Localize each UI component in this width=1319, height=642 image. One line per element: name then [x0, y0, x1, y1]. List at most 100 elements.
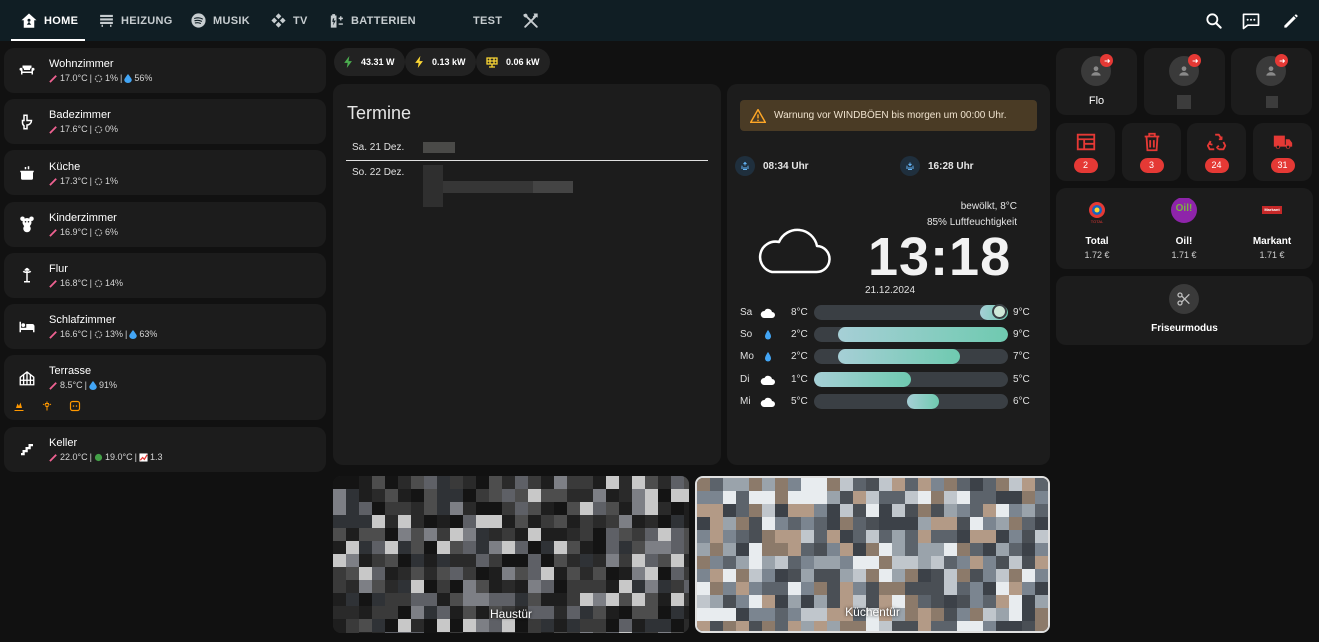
- camera-pixel: [866, 621, 879, 631]
- tab-label: TEST: [473, 14, 503, 27]
- trash-card-bio[interactable]: 3: [1122, 123, 1181, 181]
- outdoor-lamp-icon[interactable]: [41, 400, 53, 412]
- camera-pixel: [619, 502, 632, 515]
- edit-icon[interactable]: [1281, 11, 1301, 31]
- camera-pixel: [866, 478, 879, 491]
- camera-pixel: [1009, 543, 1022, 556]
- redacted-event: [533, 181, 573, 193]
- room-card-kueche[interactable]: Küche 17.3°C | 1%: [4, 150, 326, 195]
- room-card-schlafzimmer[interactable]: Schlafzimmer 16.6°C | 13% | 63%: [4, 304, 326, 349]
- camera-pixel: [450, 580, 463, 593]
- room-card-wohnzimmer[interactable]: Wohnzimmer 17.0°C | 1% | 56%: [4, 48, 326, 93]
- room-stats: 17.6°C | 0%: [49, 124, 118, 134]
- room-card-flur[interactable]: Flur 16.8°C | 14%: [4, 253, 326, 298]
- person-card-3[interactable]: [1231, 48, 1312, 115]
- camera-pixel: [684, 515, 689, 528]
- camera-pixel: [619, 489, 632, 502]
- camera-pixel: [918, 517, 931, 530]
- camera-pixel: [918, 582, 931, 595]
- cloud-icon: [760, 397, 775, 407]
- power-chip-2[interactable]: 0.13 kW: [405, 48, 476, 76]
- room-card-badezimmer[interactable]: Badezimmer 17.6°C | 0%: [4, 99, 326, 144]
- camera-pixel: [710, 569, 723, 582]
- camera-pixel: [567, 528, 580, 541]
- camera-pixel: [827, 517, 840, 530]
- fuel-station-total[interactable]: TOTAL Total 1.72 €: [1057, 198, 1137, 260]
- room-stats: 22.0°C | 19.0°C | 1.3: [49, 452, 162, 462]
- camera-pixel: [1022, 517, 1035, 530]
- camera-pixel: [918, 478, 931, 491]
- tab-tv[interactable]: TV: [270, 0, 308, 41]
- fuel-station-markant[interactable]: Markant Markant 1.71 €: [1232, 198, 1312, 260]
- camera-pixel: [671, 502, 684, 515]
- room-card-keller[interactable]: Keller 22.0°C | 19.0°C | 1.3: [4, 427, 326, 472]
- camera-pixel: [1009, 491, 1022, 504]
- camera-pixel: [944, 504, 957, 517]
- room-card-terrasse[interactable]: Terrasse 8.5°C | 91%: [4, 355, 326, 420]
- tab-test[interactable]: TEST: [473, 0, 502, 41]
- trash-card-recycling[interactable]: 24: [1187, 123, 1246, 181]
- camera-pixel: [723, 530, 736, 543]
- person-card-1[interactable]: Flo: [1056, 48, 1137, 115]
- camera-pixel: [697, 504, 710, 517]
- redacted-name: [1266, 96, 1278, 108]
- power-chip-1[interactable]: 43.31 W: [334, 48, 405, 76]
- forecast-row: So 2°C 9°C: [740, 327, 1040, 343]
- power-chip-3[interactable]: 0.06 kW: [476, 48, 550, 76]
- room-temp: 22.0°C: [60, 452, 88, 462]
- room-card-kinderzimmer[interactable]: Kinderzimmer 16.9°C | 6%: [4, 202, 326, 247]
- tools-icon[interactable]: [521, 11, 541, 31]
- camera-pixel: [528, 580, 541, 593]
- patio-heater-icon[interactable]: [13, 400, 25, 412]
- camera-pixel: [580, 567, 593, 580]
- camera-pixel: [697, 582, 710, 595]
- assist-icon[interactable]: [1241, 11, 1261, 31]
- water-drop-icon: [89, 380, 97, 390]
- power-socket-icon[interactable]: [69, 400, 81, 412]
- station-name: Total: [1085, 236, 1109, 247]
- camera-pixel: [710, 504, 723, 517]
- camera-pixel: [450, 632, 463, 633]
- camera-pixel: [840, 543, 853, 556]
- camera-pixel: [411, 580, 424, 593]
- camera-pixel: [814, 491, 827, 504]
- tab-home[interactable]: HOME: [20, 0, 78, 41]
- camera-pixel: [879, 621, 892, 631]
- room-humidity: 91%: [98, 380, 117, 390]
- trash-card-sperrmuell[interactable]: 31: [1253, 123, 1312, 181]
- camera-pixel: [684, 632, 689, 633]
- room-stats: 16.6°C | 13% | 63%: [49, 329, 157, 339]
- forecast-row: Mi 5°C 6°C: [740, 394, 1040, 410]
- camera-pixel: [658, 502, 671, 515]
- days-badge: 24: [1204, 158, 1229, 173]
- fan-icon: [94, 330, 103, 338]
- camera-pixel: [879, 582, 892, 595]
- trash-card-restmuell[interactable]: 2: [1056, 123, 1115, 181]
- weather-condition: bewölkt, 8°C: [960, 201, 1017, 212]
- fuel-station-oil[interactable]: Oil! Oil! 1.71 €: [1144, 198, 1224, 260]
- thermometer-icon: [49, 177, 57, 186]
- camera-pixel: [853, 517, 866, 530]
- friseurmodus-card[interactable]: Friseurmodus: [1056, 276, 1313, 345]
- camera-pixel: [385, 632, 398, 633]
- sunset-time: 16:28 Uhr: [928, 160, 974, 172]
- weather-warning[interactable]: Warnung vor WINDBÖEN bis morgen um 00:00…: [740, 100, 1037, 131]
- camera-pixel: [684, 489, 689, 502]
- camera-pixel: [398, 554, 411, 567]
- camera-kuechentuer[interactable]: Küchentür: [695, 476, 1050, 633]
- camera-pixel: [593, 515, 606, 528]
- camera-pixel: [1009, 530, 1022, 543]
- tab-batterien[interactable]: BATTERIEN: [328, 0, 416, 41]
- tab-musik[interactable]: MUSIK: [190, 0, 250, 41]
- camera-pixel: [801, 556, 814, 569]
- camera-pixel: [489, 489, 502, 502]
- tab-heizung[interactable]: HEIZUNG: [98, 0, 173, 41]
- camera-haustuer[interactable]: Haustür: [333, 476, 689, 633]
- camera-pixel: [996, 478, 1009, 491]
- search-icon[interactable]: [1204, 11, 1224, 31]
- top-bar: HOME HEIZUNG MUSIK TV BATTERIEN TEST: [0, 0, 1319, 41]
- person-card-2[interactable]: [1144, 48, 1225, 115]
- camera-pixel: [671, 489, 684, 502]
- markant-logo: Markant: [1257, 198, 1287, 228]
- calendar-icon: [1076, 133, 1096, 151]
